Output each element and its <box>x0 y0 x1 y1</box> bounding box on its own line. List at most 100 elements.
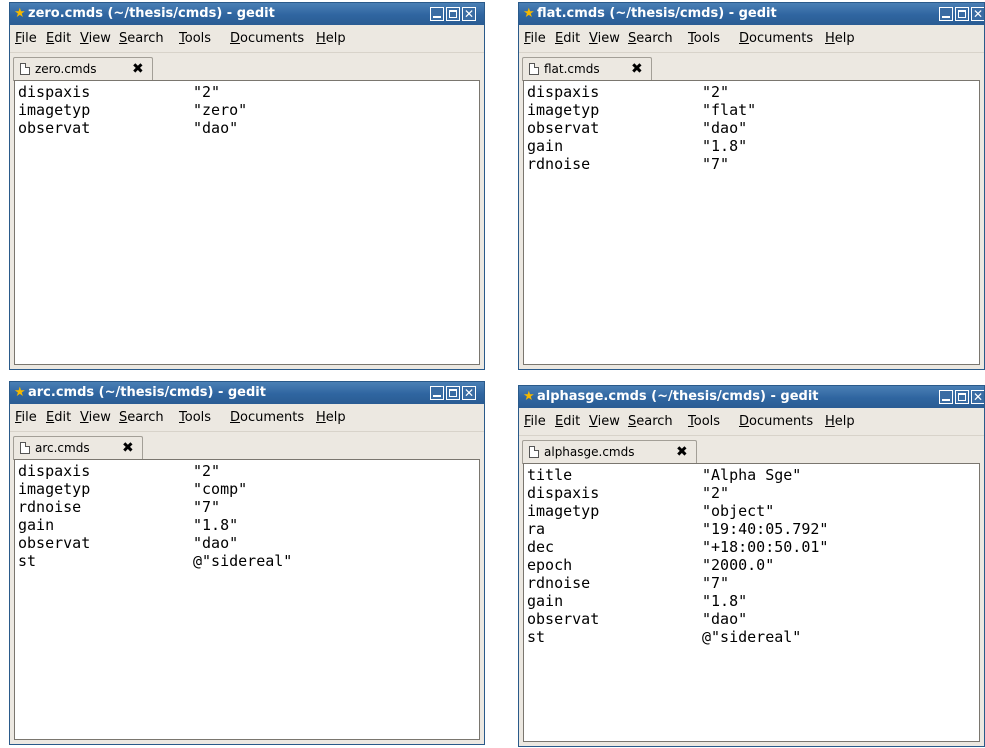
parameter-name: observat <box>527 610 600 628</box>
menu-edit[interactable]: Edit <box>555 31 580 46</box>
menu-edit[interactable]: Edit <box>46 31 71 46</box>
text-editor[interactable]: dispaxis "2" imagetyp "zero" observat "dao" <box>14 80 480 365</box>
parameter-name: observat <box>18 119 91 137</box>
menu-label: iew <box>88 410 111 425</box>
close-icon[interactable]: ✖ <box>631 61 643 77</box>
menu-view[interactable]: View <box>589 31 620 46</box>
menu-file[interactable]: File <box>15 410 37 425</box>
menu-documents[interactable]: Documents <box>230 410 304 425</box>
parameter-name: ra <box>527 520 546 538</box>
gedit-window: ★ alphasge.cmds (~/thesis/cmds) - gedit ✕ F… <box>518 385 985 747</box>
menu-search[interactable]: Search <box>119 31 164 46</box>
menu-help[interactable]: Help <box>825 31 855 46</box>
menu-label: dit <box>563 31 581 46</box>
parameter-name: imagetyp <box>527 502 600 520</box>
maximize-button[interactable] <box>955 7 969 21</box>
menu-documents[interactable]: Documents <box>230 31 304 46</box>
document-tab[interactable]: zero.cmds ✖ <box>13 57 153 81</box>
menu-mnemonic: V <box>589 414 598 429</box>
minimize-button[interactable] <box>939 7 953 21</box>
parameter-value: "2000.0" <box>702 556 775 574</box>
parameter-value: @"sidereal" <box>702 628 802 646</box>
title-bar[interactable]: ★ flat.cmds (~/thesis/cmds) - gedit ✕ <box>519 3 984 25</box>
menu-edit[interactable]: Edit <box>46 410 71 425</box>
text-editor[interactable]: dispaxis "2" imagetyp "flat" observat "dao" ga… <box>523 80 980 365</box>
menu-search[interactable]: Search <box>628 31 673 46</box>
menu-file[interactable]: File <box>524 31 546 46</box>
menu-documents[interactable]: Documents <box>739 414 813 429</box>
close-window-button[interactable]: ✕ <box>462 386 476 400</box>
parameter-value: "2" <box>193 462 221 480</box>
maximize-button[interactable] <box>446 7 460 21</box>
text-editor[interactable]: title "Alpha Sge" dispaxis "2" imagetyp "obje… <box>523 463 980 742</box>
menu-label: earch <box>127 31 164 46</box>
title-bar[interactable]: ★ alphasge.cmds (~/thesis/cmds) - gedit ✕ <box>519 386 984 408</box>
close-icon[interactable]: ✖ <box>122 440 134 456</box>
minimize-button[interactable] <box>939 390 953 404</box>
menu-help[interactable]: Help <box>316 410 346 425</box>
menu-label: earch <box>127 410 164 425</box>
parameter-value: "flat" <box>702 101 757 119</box>
parameter-name: observat <box>18 534 91 552</box>
menu-tools[interactable]: Tools <box>688 31 720 46</box>
menu-label: elp <box>325 31 346 46</box>
menu-help[interactable]: Help <box>825 414 855 429</box>
star-icon: ★ <box>523 6 535 21</box>
menu-view[interactable]: View <box>80 410 111 425</box>
close-window-button[interactable]: ✕ <box>971 7 984 21</box>
parameter-name: st <box>527 628 546 646</box>
menu-file[interactable]: File <box>15 31 37 46</box>
tab-bar: alphasge.cmds ✖ <box>519 436 984 464</box>
menu-help[interactable]: Help <box>316 31 346 46</box>
document-tab[interactable]: alphasge.cmds ✖ <box>522 440 697 464</box>
tab-label: flat.cmds <box>544 62 600 76</box>
menu-tools[interactable]: Tools <box>688 414 720 429</box>
menu-view[interactable]: View <box>80 31 111 46</box>
parameter-value: @"sidereal" <box>193 552 293 570</box>
menu-file[interactable]: File <box>524 414 546 429</box>
parameter-name: epoch <box>527 556 573 574</box>
close-icon[interactable]: ✖ <box>132 61 144 77</box>
menu-tools[interactable]: Tools <box>179 410 211 425</box>
menu-view[interactable]: View <box>589 414 620 429</box>
close-window-button[interactable]: ✕ <box>462 7 476 21</box>
maximize-button[interactable] <box>955 390 969 404</box>
menu-label: earch <box>636 31 673 46</box>
minimize-button[interactable] <box>430 386 444 400</box>
document-icon <box>20 63 30 75</box>
menu-label: earch <box>636 414 673 429</box>
menu-mnemonic: D <box>230 410 241 425</box>
menu-tools[interactable]: Tools <box>179 31 211 46</box>
text-editor[interactable]: dispaxis "2" imagetyp "comp" rdnoise "7" gain "… <box>14 459 480 740</box>
parameter-value: "7" <box>702 574 730 592</box>
menu-label: ools <box>184 410 212 425</box>
parameter-name: rdnoise <box>18 498 82 516</box>
tab-label: zero.cmds <box>35 62 97 76</box>
document-tab[interactable]: arc.cmds ✖ <box>13 436 143 460</box>
maximize-button[interactable] <box>446 386 460 400</box>
parameter-name: gain <box>527 137 564 155</box>
menu-mnemonic: H <box>316 31 326 46</box>
menu-bar: File Edit View Search Tools Documents Help <box>10 404 484 432</box>
close-icon[interactable]: ✖ <box>676 444 688 460</box>
parameter-name: imagetyp <box>18 480 91 498</box>
title-bar[interactable]: ★ arc.cmds (~/thesis/cmds) - gedit ✕ <box>10 382 484 404</box>
menu-edit[interactable]: Edit <box>555 414 580 429</box>
window-title: flat.cmds (~/thesis/cmds) - gedit <box>537 6 777 21</box>
menu-label: elp <box>834 31 855 46</box>
menu-label: ile <box>21 31 37 46</box>
minimize-button[interactable] <box>430 7 444 21</box>
parameter-name: dispaxis <box>18 83 91 101</box>
parameter-name: gain <box>18 516 55 534</box>
close-window-button[interactable]: ✕ <box>971 390 984 404</box>
title-bar[interactable]: ★ zero.cmds (~/thesis/cmds) - gedit ✕ <box>10 3 484 25</box>
menu-mnemonic: V <box>80 31 89 46</box>
menu-search[interactable]: Search <box>119 410 164 425</box>
menu-mnemonic: E <box>555 31 564 46</box>
document-tab[interactable]: flat.cmds ✖ <box>522 57 652 81</box>
menu-label: dit <box>54 410 72 425</box>
menu-mnemonic: D <box>739 31 750 46</box>
menu-search[interactable]: Search <box>628 414 673 429</box>
menu-documents[interactable]: Documents <box>739 31 813 46</box>
menu-label: ools <box>693 414 721 429</box>
